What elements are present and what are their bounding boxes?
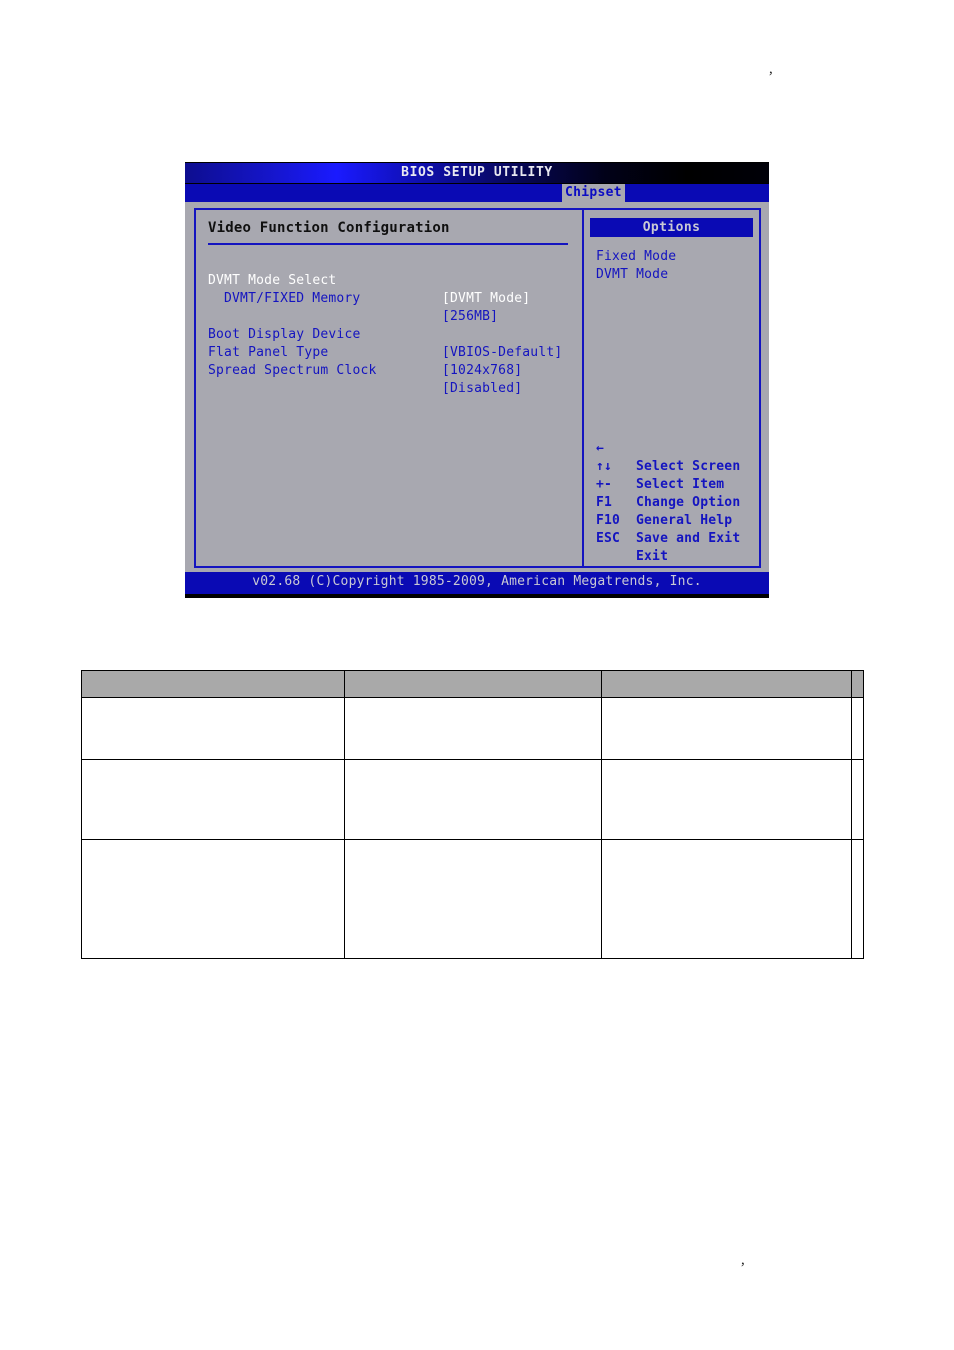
table-cell bbox=[601, 759, 852, 840]
table-cell bbox=[851, 697, 864, 760]
key-help-general-help: F1 General Help bbox=[590, 476, 753, 528]
setting-row-spread-spectrum-clock[interactable]: Spread Spectrum Clock [Disabled] bbox=[204, 344, 582, 396]
bios-setup-screen: BIOS SETUP UTILITY Chipset Video Functio… bbox=[185, 162, 769, 598]
key-help-select-screen: ← Select Screen bbox=[590, 422, 753, 474]
bios-title-bar: BIOS SETUP UTILITY bbox=[185, 162, 769, 184]
key-help-legend: ← Select Screen ↑↓ Select Item +- Change… bbox=[590, 422, 753, 564]
stray-mark-bottom: , bbox=[741, 1252, 745, 1268]
option-item-dvmt-mode[interactable]: DVMT Mode bbox=[590, 266, 753, 284]
table-row bbox=[81, 697, 864, 760]
table-header-cell-2 bbox=[344, 670, 602, 698]
bios-tab-bar: Chipset bbox=[185, 184, 769, 202]
table-header-cell-1 bbox=[81, 670, 345, 698]
setting-value[interactable]: [Disabled] bbox=[442, 380, 522, 398]
table-header-cell-4 bbox=[851, 670, 864, 698]
setting-row-dvmt-fixed-memory[interactable]: DVMT/FIXED Memory [256MB] bbox=[204, 272, 582, 324]
key-help-label: Exit bbox=[636, 549, 669, 564]
table-cell bbox=[601, 697, 852, 760]
setting-value[interactable]: [DVMT Mode] bbox=[442, 290, 530, 308]
table-cell bbox=[601, 839, 852, 959]
table-header-row bbox=[81, 670, 864, 698]
table-header-cell-3 bbox=[601, 670, 852, 698]
table-row bbox=[81, 839, 864, 959]
stray-mark-top: , bbox=[769, 61, 773, 77]
bios-title: BIOS SETUP UTILITY bbox=[401, 165, 553, 180]
key-help-save-and-exit: F10 Save and Exit bbox=[590, 494, 753, 546]
table-row bbox=[81, 759, 864, 840]
options-header: Options bbox=[590, 218, 753, 237]
bios-panel-frame: Video Function Configuration DVMT Mode S… bbox=[194, 208, 761, 568]
key-help-select-item: ↑↓ Select Item bbox=[590, 440, 753, 492]
setting-row-flat-panel-type[interactable]: Flat Panel Type [1024x768] bbox=[204, 326, 582, 378]
setting-row-boot-display-device[interactable]: Boot Display Device [VBIOS-Default] bbox=[204, 308, 582, 360]
table-cell bbox=[344, 839, 602, 959]
table-cell bbox=[81, 697, 345, 760]
esc-key-label: ESC bbox=[596, 531, 621, 546]
setting-value[interactable]: [1024x768] bbox=[442, 362, 522, 380]
table-cell bbox=[81, 839, 345, 959]
bios-body: Video Function Configuration DVMT Mode S… bbox=[185, 202, 769, 570]
table-cell bbox=[851, 759, 864, 840]
page-title: Video Function Configuration bbox=[208, 220, 450, 236]
bios-footer: v02.68 (C)Copyright 1985-2009, American … bbox=[185, 572, 769, 598]
table-cell bbox=[81, 759, 345, 840]
options-pane: Options Fixed Mode DVMT Mode ← Select Sc… bbox=[584, 210, 759, 566]
tab-chipset[interactable]: Chipset bbox=[562, 184, 625, 202]
setting-row-dvmt-mode-select[interactable]: DVMT Mode Select [DVMT Mode] bbox=[204, 254, 582, 306]
heading-divider bbox=[208, 243, 568, 245]
key-help-change-option: +- Change Option bbox=[590, 458, 753, 510]
table-cell bbox=[344, 697, 602, 760]
description-table bbox=[81, 670, 864, 959]
setting-label: Spread Spectrum Clock bbox=[208, 363, 377, 378]
settings-pane: Video Function Configuration DVMT Mode S… bbox=[196, 210, 582, 566]
setting-label: DVMT/FIXED Memory bbox=[224, 291, 361, 306]
copyright-text: v02.68 (C)Copyright 1985-2009, American … bbox=[252, 574, 702, 589]
key-help-exit: ESC Exit bbox=[590, 512, 753, 564]
table-cell bbox=[851, 839, 864, 959]
table-cell bbox=[344, 759, 602, 840]
option-item-fixed-mode[interactable]: Fixed Mode bbox=[590, 248, 753, 266]
